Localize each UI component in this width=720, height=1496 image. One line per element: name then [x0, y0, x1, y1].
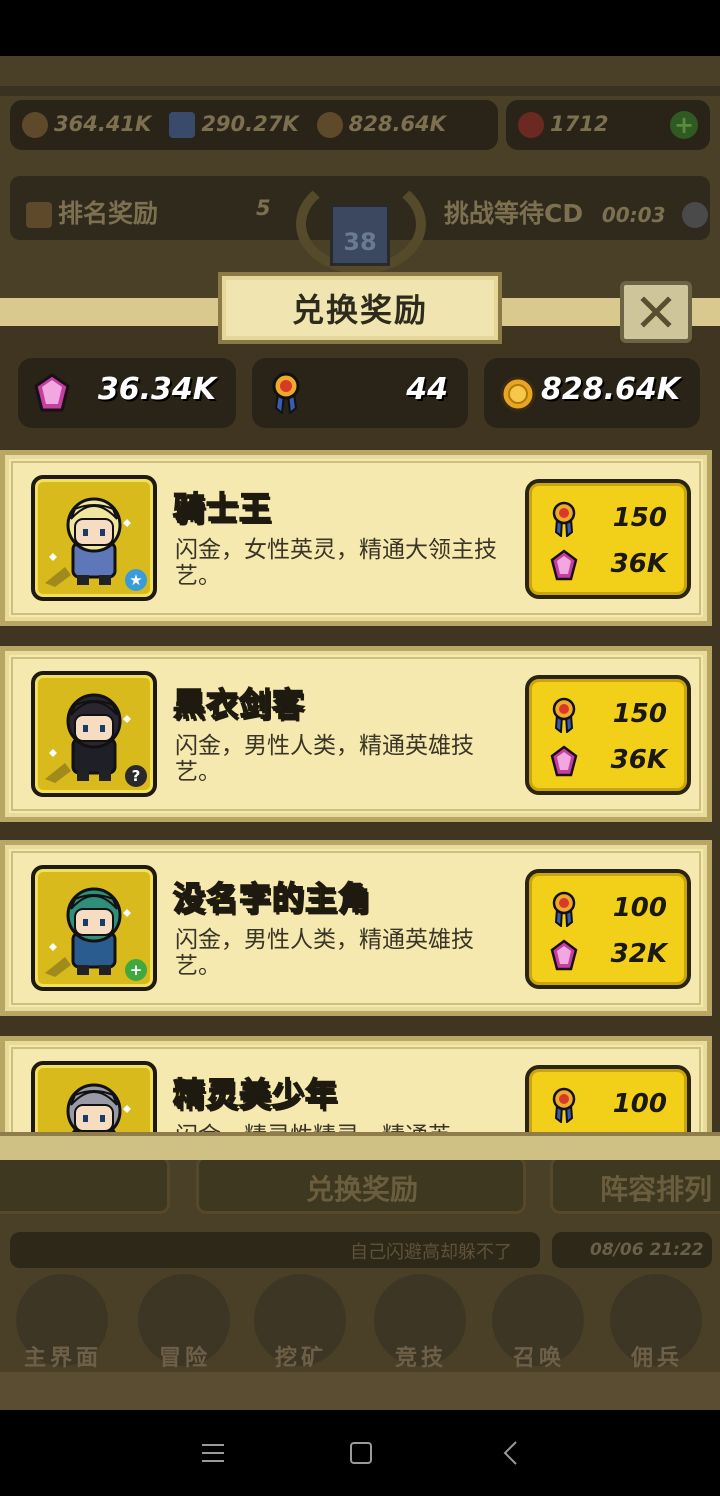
hero-card[interactable]: ? 黑衣剑客闪金，男性人类，精通英雄技艺。 150 36K: [0, 646, 712, 822]
exchange-button[interactable]: 100 32K: [525, 869, 691, 989]
bg-bottom-nav: 主界面 冒险 挖矿 竞技 召唤 佣兵: [0, 1266, 720, 1376]
exp-icon: [169, 112, 196, 138]
bg-challenge-cd: 挑战等待CD 00:03: [444, 194, 714, 230]
gem-cost: 32K: [610, 939, 667, 969]
hero-description: 闪金，男性人类，精通英雄技艺。: [175, 733, 474, 785]
bg-footer: [0, 1372, 720, 1410]
bg-lineup-label: 阵容排列: [600, 1173, 713, 1206]
medal-cost: 100: [612, 893, 667, 923]
medal-cost-row: 100: [529, 1083, 687, 1127]
home-icon[interactable]: [346, 1440, 376, 1466]
menu-icon[interactable]: [198, 1440, 228, 1466]
exchange-button[interactable]: 150 36K: [525, 675, 691, 795]
medal-icon: [552, 697, 576, 733]
hero-list[interactable]: ★ 骑士王 闪金，女性英灵，精通大领主技艺。 150 36K? 黑衣剑客 闪金，男性人类，精…: [0, 450, 720, 1132]
nav-mercenary[interactable]: 佣兵: [602, 1266, 712, 1376]
medal-icon: [552, 891, 576, 927]
add-ruby-icon[interactable]: +: [670, 111, 698, 139]
modal-bottom-edge: [0, 1132, 720, 1160]
modal-title-plate: 兑换奖励: [218, 272, 502, 344]
status-bar: [0, 0, 720, 56]
medal-cost-row: 100: [529, 887, 687, 931]
medal-icon: [552, 1087, 576, 1123]
gem-icon: [550, 745, 578, 777]
hero-name: 没名字的主角: [172, 878, 372, 918]
hero-portrait[interactable]: ?: [31, 671, 157, 797]
resource-gems: 36.34K: [18, 358, 236, 428]
hero-card[interactable]: + 没名字的主角闪金，男性人类，精通英雄技艺。 100 32K: [0, 840, 712, 1016]
coin-icon: [316, 112, 343, 138]
system-nav-bar: [0, 1410, 720, 1496]
bg-divider: [0, 86, 720, 96]
gem-cost-row: 32K: [529, 933, 687, 977]
bg-exchange-label: 兑换奖励: [306, 1173, 419, 1206]
bg-chat-time: 08/06 21:22: [552, 1232, 712, 1268]
hero-badge-icon: ★: [125, 569, 147, 591]
bg-chat-text: 自己闪避高却躲不了: [350, 1242, 512, 1263]
gem-icon: [34, 373, 70, 412]
nav-summon[interactable]: 召唤: [484, 1266, 594, 1376]
resource-coins: 828.64K: [484, 358, 700, 428]
hero-name: 精灵美少年: [172, 1074, 339, 1114]
hero-avatar-icon: [66, 1083, 131, 1132]
nav-mining[interactable]: 挖矿: [246, 1266, 356, 1376]
bg-stat-exp: 290.27K: [169, 112, 299, 138]
rank-badge: 38: [330, 204, 390, 266]
hero-badge-icon: ?: [125, 765, 147, 787]
modal-title: 兑换奖励: [291, 291, 428, 329]
bg-stat-coin: 828.64K: [316, 112, 446, 138]
hero-description: 闪金，精灵性精灵，精通英: [175, 1123, 511, 1132]
hero-description: 闪金，男性人类，精通英雄技艺。: [175, 927, 474, 979]
exchange-button[interactable]: 150 36K: [525, 479, 691, 599]
nav-arena[interactable]: 竞技: [366, 1266, 476, 1376]
nav-main[interactable]: 主界面: [8, 1266, 118, 1376]
hero-name: 黑衣剑客: [172, 684, 306, 724]
trophy-icon: [26, 202, 52, 228]
bg-ruby-bar: 1712 +: [506, 100, 710, 150]
hero-name: 骑士王: [172, 488, 273, 528]
medal-cost-row: 150: [529, 497, 687, 541]
medal-icon: [552, 501, 576, 537]
bg-rank-count: 5: [256, 196, 271, 220]
hero-portrait[interactable]: ★: [31, 475, 157, 601]
bg-back-button[interactable]: [0, 1156, 170, 1214]
sword-icon: [22, 112, 48, 138]
bg-stat-attack: 364.41K: [22, 112, 151, 138]
coin-icon: [500, 376, 536, 412]
medal-cost: 100: [612, 1089, 667, 1119]
hero-badge-icon: +: [125, 959, 147, 981]
clock-icon: [682, 202, 709, 228]
bg-stat-ruby: 1712: [518, 112, 608, 138]
hero-description: 闪金，女性英灵，精通大领主技艺。: [175, 537, 497, 589]
bg-rank-reward[interactable]: 排名奖励: [26, 194, 158, 230]
back-icon[interactable]: [496, 1440, 526, 1466]
gem-cost: 36K: [610, 745, 667, 775]
hero-portrait[interactable]: [31, 1061, 157, 1132]
close-button[interactable]: [620, 281, 692, 343]
medal-cost-row: 150: [529, 693, 687, 737]
bg-stats-bar: 364.41K 290.27K 828.64K: [10, 100, 498, 150]
gem-icon: [550, 939, 578, 971]
exchange-button[interactable]: 100: [525, 1065, 691, 1132]
hero-card[interactable]: 精灵美少年闪金，精灵性精灵，精通英 100: [0, 1036, 712, 1132]
ruby-icon: [518, 112, 544, 138]
hero-portrait[interactable]: +: [31, 865, 157, 991]
medal-cost: 150: [612, 503, 667, 533]
medal-cost: 150: [612, 699, 667, 729]
gem-cost: 36K: [610, 549, 667, 579]
nav-adventure[interactable]: 冒险: [130, 1266, 240, 1376]
medal-icon: [272, 372, 300, 414]
gem-cost-row: 36K: [529, 739, 687, 783]
resource-medals: 44: [252, 358, 468, 428]
close-icon: [640, 296, 672, 328]
gem-cost-row: 36K: [529, 543, 687, 587]
hero-card[interactable]: ★ 骑士王闪金，女性英灵，精通大领主技艺。 150 36K: [0, 450, 712, 626]
gem-icon: [550, 549, 578, 581]
